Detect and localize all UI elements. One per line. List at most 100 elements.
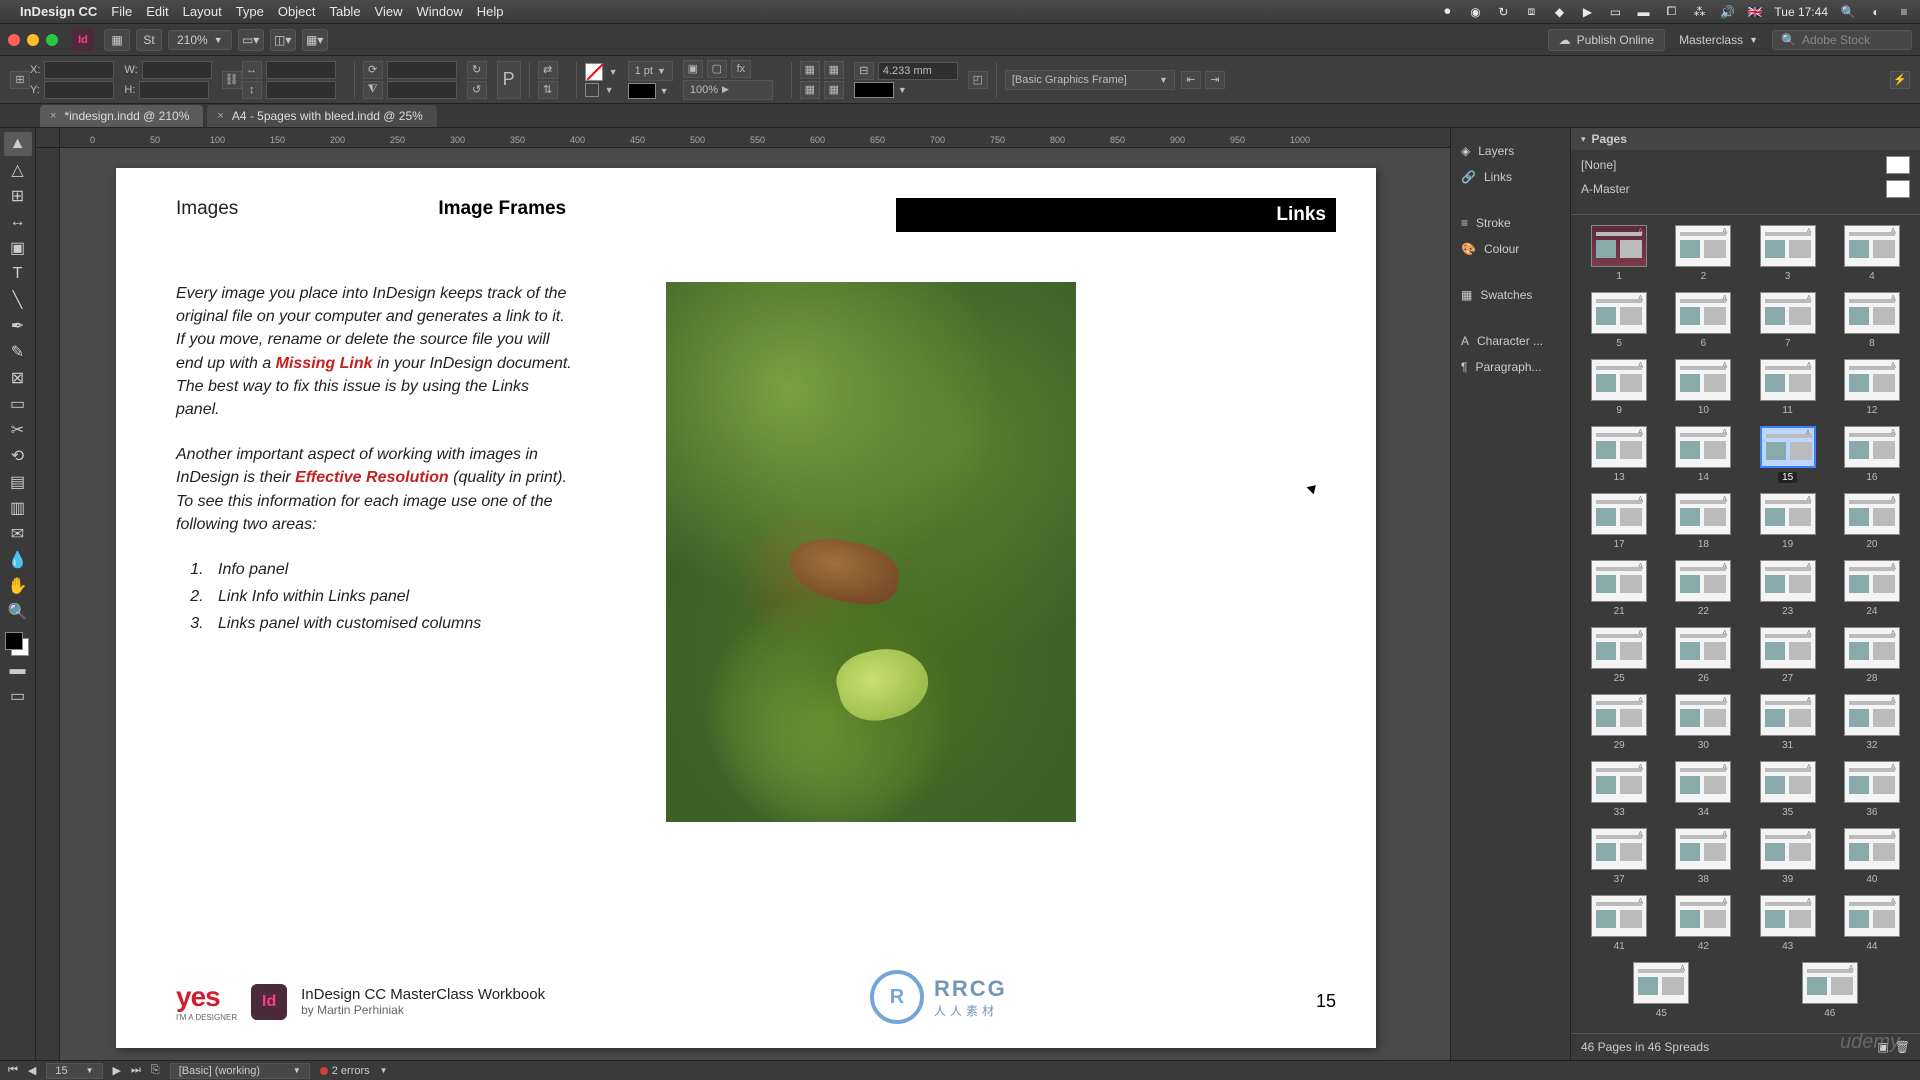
gradient-swatch-tool[interactable]: ▤ <box>4 470 32 494</box>
page-thumb-5[interactable]: 5 <box>1587 292 1651 349</box>
hand-tool[interactable]: ✋ <box>4 574 32 598</box>
spotlight-icon[interactable]: 🔍 <box>1840 4 1856 20</box>
stroke-style-swatch[interactable] <box>628 83 656 99</box>
corner-options-icon[interactable]: ◰ <box>968 71 988 89</box>
wrap-none-icon[interactable]: ▦ <box>800 61 820 79</box>
page-tool[interactable]: ⊞ <box>4 184 32 208</box>
preflight-errors[interactable]: 2 errors▼ <box>320 1065 388 1077</box>
page-thumb-31[interactable]: 31 <box>1756 694 1820 751</box>
zoom-tool[interactable]: 🔍 <box>4 600 32 624</box>
menu-layout[interactable]: Layout <box>183 4 222 19</box>
page-thumb-40[interactable]: 40 <box>1840 828 1904 885</box>
page-thumb-22[interactable]: 22 <box>1671 560 1735 617</box>
menu-view[interactable]: View <box>375 4 403 19</box>
panel-tab-paragraph[interactable]: ¶Paragraph... <box>1451 354 1570 380</box>
first-page-icon[interactable]: ⏮ <box>8 1064 18 1077</box>
reference-point-icon[interactable]: ⊞ <box>10 71 30 89</box>
master-none-row[interactable]: [None] <box>1581 156 1910 174</box>
dropbox-icon[interactable]: ⧈ <box>1523 4 1539 20</box>
page-thumb-17[interactable]: 17 <box>1587 493 1651 550</box>
screen-mode-icon[interactable]: ◫▾ <box>270 29 296 51</box>
stock-icon[interactable]: St <box>136 29 162 51</box>
flip-v-icon[interactable]: ⇅ <box>538 81 558 99</box>
window-zoom-button[interactable] <box>46 34 58 46</box>
quick-apply-icon[interactable]: ⚡ <box>1890 71 1910 89</box>
page-thumb-15[interactable]: 15 <box>1756 426 1820 483</box>
page-thumb-37[interactable]: 37 <box>1587 828 1651 885</box>
window-minimize-button[interactable] <box>27 34 39 46</box>
free-transform-tool[interactable]: ⟲ <box>4 444 32 468</box>
rectangle-frame-tool[interactable]: ⊠ <box>4 366 32 390</box>
object-style-dropdown[interactable]: [Basic Graphics Frame] ▼ <box>1005 70 1175 90</box>
rotate-ccw-icon[interactable]: ↺ <box>467 81 487 99</box>
cc-icon[interactable]: ◉ <box>1467 4 1483 20</box>
shear-field[interactable] <box>387 81 457 99</box>
close-tab-icon[interactable]: × <box>217 110 223 122</box>
page-thumb-3[interactable]: 3 <box>1756 225 1820 282</box>
page-thumb-27[interactable]: 27 <box>1756 627 1820 684</box>
master-a-row[interactable]: A-Master <box>1581 180 1910 198</box>
char-panel-icon[interactable]: P <box>497 61 521 99</box>
page-thumb-38[interactable]: 38 <box>1671 828 1735 885</box>
rotate-icon[interactable]: ⟳ <box>363 61 383 79</box>
page-thumb-45[interactable]: 45 <box>1629 962 1693 1019</box>
menu-type[interactable]: Type <box>236 4 264 19</box>
corner-style[interactable] <box>854 82 894 98</box>
page-thumb-18[interactable]: 18 <box>1671 493 1735 550</box>
gap-field[interactable]: 4.233 mm <box>878 62 958 80</box>
menu-edit[interactable]: Edit <box>146 4 168 19</box>
opacity-field[interactable]: 100%▶ <box>683 80 773 100</box>
menu-file[interactable]: File <box>111 4 132 19</box>
bridge-icon[interactable]: ▦ <box>104 29 130 51</box>
fit-content-icon[interactable]: ▣ <box>683 60 703 78</box>
selection-tool[interactable]: ▲ <box>4 132 32 156</box>
panel-tab-layers[interactable]: ◈Layers <box>1451 138 1570 164</box>
panel-tab-character[interactable]: ACharacter ... <box>1451 328 1570 354</box>
note-tool[interactable]: ✉ <box>4 522 32 546</box>
page-thumb-11[interactable]: 11 <box>1756 359 1820 416</box>
page-thumb-29[interactable]: 29 <box>1587 694 1651 751</box>
volume-icon[interactable]: 🔊 <box>1719 4 1735 20</box>
page-thumb-23[interactable]: 23 <box>1756 560 1820 617</box>
pages-thumbnails-grid[interactable]: 1234567891011121314151617181920212223242… <box>1571 215 1920 1033</box>
scale-x-icon[interactable]: ↔ <box>242 61 262 79</box>
page-thumb-44[interactable]: 44 <box>1840 895 1904 952</box>
wrap-shape-icon[interactable]: ▦ <box>800 81 820 99</box>
adobe-stock-search[interactable]: 🔍 Adobe Stock <box>1772 30 1912 50</box>
document-page[interactable]: Images Image Frames Links Every image yo… <box>116 168 1376 1048</box>
page-thumb-24[interactable]: 24 <box>1840 560 1904 617</box>
page-thumb-12[interactable]: 12 <box>1840 359 1904 416</box>
open-icon[interactable]: ⎘ <box>151 1064 160 1077</box>
content-collector-tool[interactable]: ▣ <box>4 236 32 260</box>
page-thumb-10[interactable]: 10 <box>1671 359 1735 416</box>
view-options-icon[interactable]: ▭▾ <box>238 29 264 51</box>
page-thumb-2[interactable]: 2 <box>1671 225 1735 282</box>
direct-selection-tool[interactable]: △ <box>4 158 32 182</box>
wifi-icon[interactable]: ⧠ <box>1663 4 1679 20</box>
shear-icon[interactable]: ⧨ <box>363 81 383 99</box>
page-thumb-6[interactable]: 6 <box>1671 292 1735 349</box>
siri-icon[interactable]: ◐ <box>1868 4 1884 20</box>
page-thumb-20[interactable]: 20 <box>1840 493 1904 550</box>
menu-window[interactable]: Window <box>417 4 463 19</box>
menu-help[interactable]: Help <box>477 4 504 19</box>
flip-h-icon[interactable]: ⇄ <box>538 61 558 79</box>
stroke-weight-field[interactable]: 1 pt▼ <box>628 61 673 81</box>
page-thumb-9[interactable]: 9 <box>1587 359 1651 416</box>
rectangle-tool[interactable]: ▭ <box>4 392 32 416</box>
page-thumb-39[interactable]: 39 <box>1756 828 1820 885</box>
document-tab-2[interactable]: × A4 - 5pages with bleed.indd @ 25% <box>207 105 436 127</box>
scissors-tool[interactable]: ✂ <box>4 418 32 442</box>
page-thumb-1[interactable]: 1 <box>1587 225 1651 282</box>
fill-swatch[interactable] <box>585 63 603 81</box>
placed-image[interactable] <box>666 282 1076 822</box>
fill-stroke-proxy[interactable] <box>5 632 31 658</box>
page-thumb-34[interactable]: 34 <box>1671 761 1735 818</box>
pages-panel-header[interactable]: ▾ Pages <box>1571 128 1920 150</box>
page-thumb-16[interactable]: 16 <box>1840 426 1904 483</box>
close-tab-icon[interactable]: × <box>50 110 56 122</box>
menu-table[interactable]: Table <box>329 4 360 19</box>
effects-icon[interactable]: fx <box>731 60 751 78</box>
fit-frame-icon[interactable]: ▢ <box>707 60 727 78</box>
pen-tool[interactable]: ✒ <box>4 314 32 338</box>
